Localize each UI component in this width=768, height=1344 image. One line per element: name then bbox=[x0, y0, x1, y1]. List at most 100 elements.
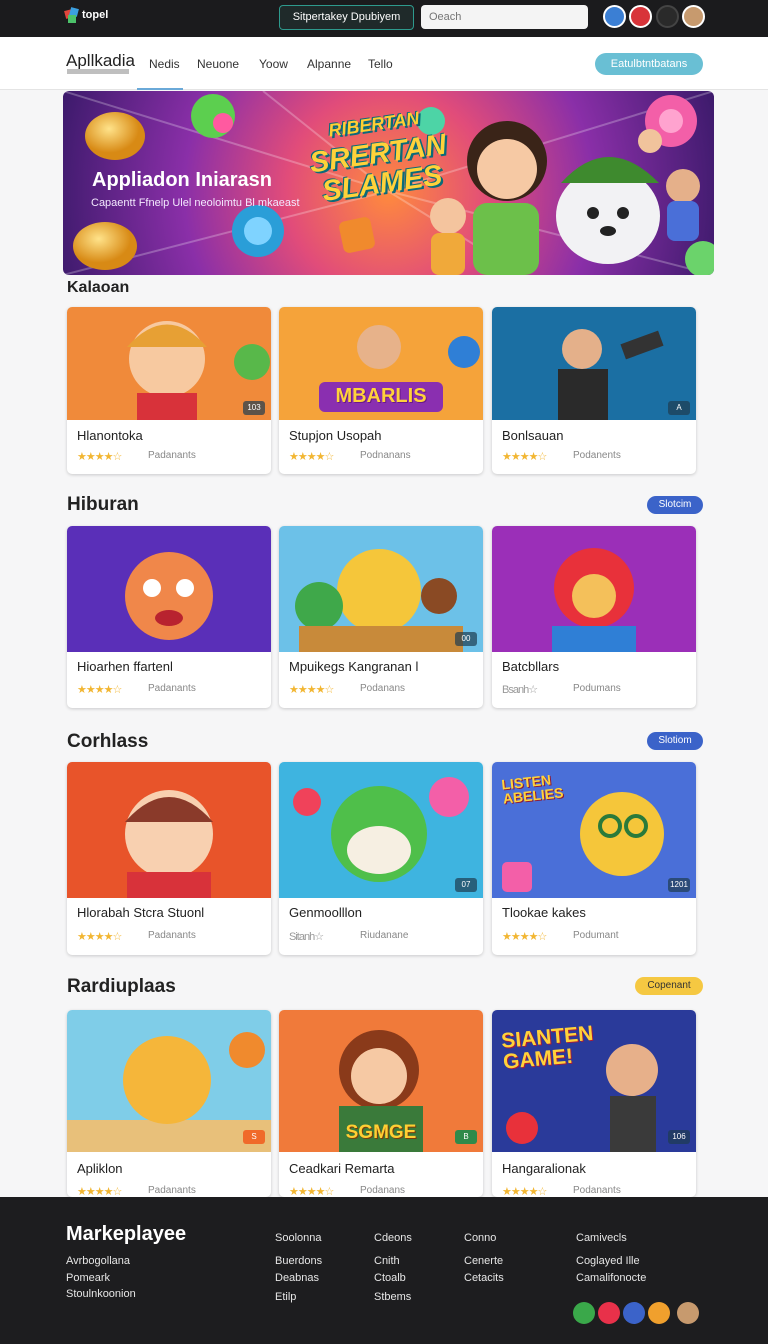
app-card[interactable]: A Bonlsauan ★★★★☆ Podanents bbox=[492, 307, 696, 474]
rating-stars: ★★★★☆ bbox=[77, 451, 122, 463]
top-bar: topel Sitpertakey Dpubiyem bbox=[0, 0, 768, 37]
section-badge[interactable]: Slotiom bbox=[647, 732, 703, 750]
footer: Markeplayee Avrbogollana Pomeark Stoulnk… bbox=[0, 1197, 768, 1344]
footer-link[interactable]: Camalifonocte bbox=[576, 1272, 646, 1284]
footer-link[interactable]: Cdeons bbox=[374, 1232, 412, 1244]
app-chip: B bbox=[455, 1130, 477, 1144]
app-meta: Padanants bbox=[148, 450, 196, 461]
nav-active-indicator bbox=[137, 88, 183, 90]
app-card[interactable]: Batcbllars Bsanh☆ Podumans bbox=[492, 526, 696, 708]
app-meta: Padanants bbox=[148, 930, 196, 941]
footer-link[interactable]: Stoulnkoonion bbox=[66, 1288, 136, 1300]
app-banner-text: MBARLIS bbox=[335, 385, 427, 407]
footer-link[interactable]: Avrbogollana bbox=[66, 1255, 130, 1267]
rating-stars: ★★★★☆ bbox=[289, 451, 334, 463]
app-card[interactable]: SIANTEN GAME! 106 Hangaralionak ★★★★☆ Po… bbox=[492, 1010, 696, 1197]
hero-banner[interactable]: RIBERTAN SRERTAN SLAMES Appliadon Iniara… bbox=[63, 91, 714, 275]
app-name: Bonlsauan bbox=[502, 428, 564, 443]
app-card[interactable]: S Apliklon ★★★★☆ Padanants bbox=[67, 1010, 271, 1197]
app-chip: 00 bbox=[455, 632, 477, 646]
footer-link[interactable]: Buerdons bbox=[275, 1255, 322, 1267]
footer-link[interactable]: Conno bbox=[464, 1232, 496, 1244]
footer-link[interactable]: Etilp bbox=[275, 1291, 296, 1303]
section-badge[interactable]: Slotcim bbox=[647, 496, 703, 514]
nav-cta-button[interactable]: Eatulbtntbatans bbox=[595, 53, 703, 75]
footer-link[interactable]: Coglayed Ille bbox=[576, 1255, 640, 1267]
app-meta: Podnanans bbox=[360, 450, 411, 461]
app-name: Hangaralionak bbox=[502, 1161, 586, 1176]
profile-icon[interactable] bbox=[677, 1302, 699, 1324]
nav-item[interactable]: Nedis bbox=[149, 57, 180, 71]
nav-item[interactable]: Tello bbox=[368, 57, 393, 71]
nav-item[interactable]: Neuone bbox=[197, 57, 239, 71]
app-name: Batcbllars bbox=[502, 659, 560, 674]
app-card[interactable]: MBARLIS Stupjon Usopah ★★★★☆ Podnanans bbox=[279, 307, 483, 474]
app-thumbnail bbox=[492, 307, 696, 420]
app-meta: Podanans bbox=[360, 1185, 406, 1196]
rating-stars: ★★★★☆ bbox=[502, 1186, 547, 1197]
footer-link[interactable]: Deabnas bbox=[275, 1272, 319, 1284]
avatar[interactable] bbox=[603, 5, 626, 28]
app-meta: Padanants bbox=[148, 1185, 196, 1196]
app-meta: Podumans bbox=[573, 683, 621, 694]
youtube-icon[interactable] bbox=[648, 1302, 670, 1324]
app-name: Stupjon Usopah bbox=[289, 428, 382, 443]
rating-stars: ★★★★☆ bbox=[502, 931, 547, 943]
notification-icon[interactable] bbox=[629, 5, 652, 28]
facebook-icon[interactable] bbox=[623, 1302, 645, 1324]
footer-link[interactable]: Cnith bbox=[374, 1255, 400, 1267]
footer-link[interactable]: Pomeark bbox=[66, 1272, 110, 1284]
avatar[interactable] bbox=[656, 5, 679, 28]
app-card[interactable]: 103 Hlanontoka ★★★★☆ Padanants bbox=[67, 307, 271, 474]
app-card[interactable]: SGMGE B Ceadkari Remarta ★★★★☆ Podanans bbox=[279, 1010, 483, 1197]
app-card[interactable]: Hlorabah Stcra Stuonl ★★★★☆ Padanants bbox=[67, 762, 271, 955]
pinterest-icon[interactable] bbox=[598, 1302, 620, 1324]
app-name: Ceadkari Remarta bbox=[289, 1161, 395, 1176]
app-meta: Podumant bbox=[573, 930, 619, 941]
rating-stars: ★★★★☆ bbox=[502, 451, 547, 463]
footer-brand: Markeplayee bbox=[66, 1223, 187, 1245]
rating-stars: ★★★★☆ bbox=[77, 1186, 122, 1197]
footer-link[interactable]: Stbems bbox=[374, 1291, 411, 1303]
nav-item[interactable]: Alpanne bbox=[307, 57, 351, 71]
footer-link[interactable]: Cetacits bbox=[464, 1272, 504, 1284]
hero-game-logo: RIBERTAN SRERTAN SLAMES bbox=[297, 99, 458, 209]
app-thumbnail bbox=[492, 526, 696, 652]
top-action-button[interactable]: Sitpertakey Dpubiyem bbox=[279, 5, 414, 30]
app-chip: 1201 bbox=[668, 878, 690, 892]
app-chip: S bbox=[243, 1130, 265, 1144]
footer-link[interactable]: Cenerte bbox=[464, 1255, 503, 1267]
footer-link[interactable]: Soolonna bbox=[275, 1232, 322, 1244]
app-logo-icon[interactable] bbox=[64, 6, 84, 26]
hero-subtitle: Capaentt Ffnelp Ulel neoloimtu Bl mkaeas… bbox=[91, 197, 300, 209]
whatsapp-icon[interactable] bbox=[573, 1302, 595, 1324]
app-meta: Podanents bbox=[573, 450, 621, 461]
section-badge[interactable]: Copenant bbox=[635, 977, 703, 995]
app-name: Hlanontoka bbox=[77, 428, 143, 443]
brand-name[interactable]: Apllkadia bbox=[66, 51, 135, 71]
rating-stars: ★★★★☆ bbox=[77, 931, 122, 943]
app-thumbnail bbox=[67, 762, 271, 898]
footer-link[interactable]: Ctoalb bbox=[374, 1272, 406, 1284]
app-thumbnail bbox=[67, 307, 271, 420]
section-title: Kalaoan bbox=[67, 279, 130, 296]
hero-title: Appliadon Iniarasn bbox=[92, 169, 273, 191]
app-card[interactable]: 07 Genmoolllon Sitanh☆ Riudanane bbox=[279, 762, 483, 955]
app-chip: 103 bbox=[243, 401, 265, 415]
app-chip: 07 bbox=[455, 878, 477, 892]
search-input[interactable] bbox=[421, 5, 588, 29]
main-nav: Apllkadia Nedis Neuone Yoow Alpanne Tell… bbox=[0, 37, 768, 90]
rating-stars: ★★★★☆ bbox=[289, 1186, 334, 1197]
section-title: Hiburan bbox=[67, 494, 139, 515]
nav-item[interactable]: Yoow bbox=[259, 57, 288, 71]
app-card[interactable]: 00 Mpuikegs Kangranan l ★★★★☆ Podanans bbox=[279, 526, 483, 708]
app-meta: Podanans bbox=[360, 683, 406, 694]
app-thumbnail bbox=[67, 1010, 271, 1152]
app-card[interactable]: LISTEN ABELIES 1201 Tlookae kakes ★★★★☆ … bbox=[492, 762, 696, 955]
app-card[interactable]: Hioarhen ffartenl ★★★★☆ Padanants bbox=[67, 526, 271, 708]
app-name: Apliklon bbox=[77, 1161, 123, 1176]
avatar[interactable] bbox=[682, 5, 705, 28]
footer-link[interactable]: Camivecls bbox=[576, 1232, 627, 1244]
rating-stars: ★★★★☆ bbox=[77, 684, 122, 696]
app-name: Mpuikegs Kangranan l bbox=[289, 659, 419, 674]
